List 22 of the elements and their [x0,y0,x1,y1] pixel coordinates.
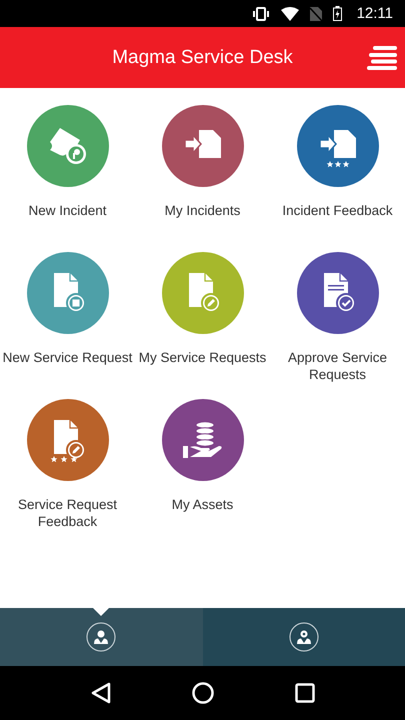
no-sim-icon [310,6,322,20]
tile-label: Service Request Feedback [16,496,118,530]
battery-icon [332,6,342,21]
user-gear-icon [288,622,319,652]
tile-label: New Service Request [2,349,132,366]
tile-label: My Incidents [164,202,242,219]
tab[interactable] [0,608,202,666]
wifi-icon [280,6,299,20]
tab-indicator-icon [93,608,110,616]
tile-label: New Incident [27,202,108,219]
vibrate-icon [252,6,270,20]
tile-label: My Assets [170,496,234,513]
back-icon[interactable] [90,682,110,704]
user-icon [86,622,116,652]
tile-label: Incident Feedback [281,202,394,219]
app-title: Magma Service Desk [112,46,293,68]
clock-time: 12:11 [356,5,393,22]
tile-label: Approve Service Requests [286,349,388,383]
tile-label: My Service Requests [138,349,268,366]
home-icon[interactable] [192,682,214,704]
recents-icon[interactable] [294,683,314,703]
menu-icon[interactable] [367,46,397,70]
